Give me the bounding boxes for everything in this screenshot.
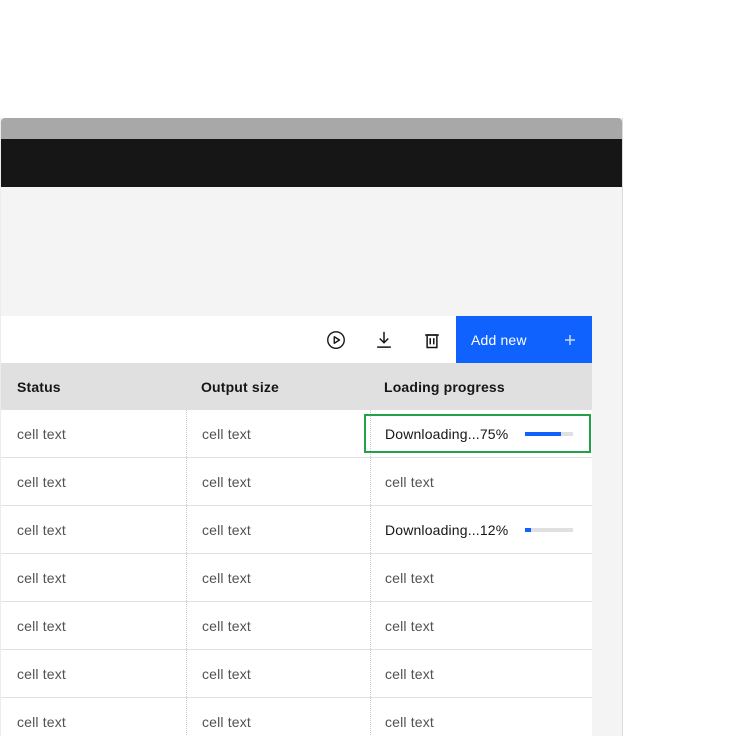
status-cell: cell text	[1, 602, 186, 649]
table-row: cell text cell text Downloading...12%	[1, 506, 592, 554]
progress-bar-fill	[525, 528, 531, 532]
loading-progress-cell: cell text	[370, 554, 592, 601]
download-button[interactable]	[360, 316, 408, 363]
canvas-spacer	[1, 187, 622, 316]
status-cell: cell text	[1, 458, 186, 505]
add-new-button[interactable]: Add new	[456, 316, 592, 363]
download-icon	[374, 330, 394, 350]
progress-bar	[525, 432, 573, 436]
play-circle-icon	[326, 330, 346, 350]
table-row: cell text cell text cell text	[1, 650, 592, 698]
loading-progress-cell: cell text	[370, 458, 592, 505]
loading-progress-cell: cell text	[370, 650, 592, 697]
output-size-cell: cell text	[186, 458, 370, 505]
loading-progress-cell: Downloading...12%	[370, 506, 592, 553]
table-body: cell text cell text Downloading...75% ce…	[1, 410, 592, 736]
output-size-cell: cell text	[186, 650, 370, 697]
status-cell: cell text	[1, 698, 186, 736]
table-toolbar: Add new	[1, 316, 592, 363]
table-row: cell text cell text cell text	[1, 698, 592, 736]
top-black-bar	[1, 139, 622, 187]
delete-button[interactable]	[408, 316, 456, 363]
loading-progress-cell: cell text	[370, 602, 592, 649]
loading-progress-cell: cell text	[370, 698, 592, 736]
output-size-cell: cell text	[186, 698, 370, 736]
progress-bar-fill	[525, 432, 561, 436]
data-table: Add new Status Output size Loading progr…	[1, 316, 592, 736]
loading-label: cell text	[385, 474, 434, 490]
column-header-output-size: Output size	[186, 363, 370, 410]
status-cell: cell text	[1, 650, 186, 697]
output-size-cell: cell text	[186, 602, 370, 649]
output-size-cell: cell text	[186, 554, 370, 601]
add-new-label: Add new	[471, 332, 527, 348]
play-circle-button[interactable]	[312, 316, 360, 363]
plus-icon	[563, 333, 577, 347]
status-cell: cell text	[1, 554, 186, 601]
table-row: cell text cell text cell text	[1, 458, 592, 506]
column-header-loading-progress: Loading progress	[370, 363, 592, 410]
status-cell: cell text	[1, 410, 186, 457]
table-row: cell text cell text cell text	[1, 602, 592, 650]
loading-label: cell text	[385, 570, 434, 586]
output-size-cell: cell text	[186, 410, 370, 457]
loading-progress-cell[interactable]: Downloading...75%	[370, 410, 592, 457]
status-cell: cell text	[1, 506, 186, 553]
column-header-status: Status	[1, 363, 186, 410]
loading-label: cell text	[385, 714, 434, 730]
table-row: cell text cell text cell text	[1, 554, 592, 602]
loading-label: cell text	[385, 666, 434, 682]
top-gray-bar	[1, 118, 622, 139]
progress-bar	[525, 528, 573, 532]
loading-label: Downloading...75%	[385, 426, 508, 442]
trash-can-icon	[422, 330, 442, 350]
table-header-row: Status Output size Loading progress	[1, 363, 592, 410]
loading-label: Downloading...12%	[385, 522, 508, 538]
table-row: cell text cell text Downloading...75%	[1, 410, 592, 458]
loading-label: cell text	[385, 618, 434, 634]
output-size-cell: cell text	[186, 506, 370, 553]
story-canvas: Add new Status Output size Loading progr…	[0, 118, 623, 736]
